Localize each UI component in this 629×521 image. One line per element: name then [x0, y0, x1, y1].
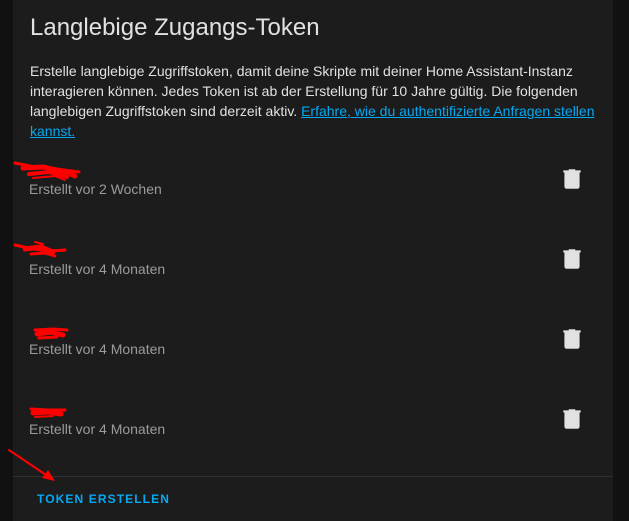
redacted-token-name	[33, 327, 69, 340]
trash-can-icon[interactable]	[559, 164, 585, 194]
card-description: Erstelle langlebige Zugriffstoken, damit…	[30, 61, 605, 141]
token-list: Erstellt vor 2 Wochen Erstellt vor 4 Mon…	[13, 150, 613, 470]
token-item: Erstellt vor 4 Monaten	[13, 310, 613, 390]
page: Langlebige Zugangs-Token Erstelle langle…	[0, 0, 629, 521]
token-item: Erstellt vor 4 Monaten	[13, 230, 613, 310]
token-created-label: Erstellt vor 4 Monaten	[29, 421, 166, 437]
token-created-label: Erstellt vor 4 Monaten	[29, 341, 166, 357]
trash-can-icon[interactable]	[559, 404, 585, 434]
card-title: Langlebige Zugangs-Token	[30, 14, 320, 41]
card-actions-divider	[13, 476, 613, 477]
trash-can-icon[interactable]	[559, 244, 585, 274]
redacted-token-name	[13, 161, 81, 181]
token-item: Erstellt vor 4 Monaten	[13, 390, 613, 470]
red-annotation-arrow-icon	[8, 449, 55, 481]
long-lived-tokens-card: Langlebige Zugangs-Token Erstelle langle…	[13, 0, 613, 521]
redacted-token-name	[29, 407, 67, 418]
token-item: Erstellt vor 2 Wochen	[13, 150, 613, 230]
trash-can-icon[interactable]	[559, 324, 585, 354]
token-created-label: Erstellt vor 4 Monaten	[29, 261, 166, 277]
redacted-token-name	[13, 241, 67, 258]
token-created-label: Erstellt vor 2 Wochen	[29, 181, 162, 197]
